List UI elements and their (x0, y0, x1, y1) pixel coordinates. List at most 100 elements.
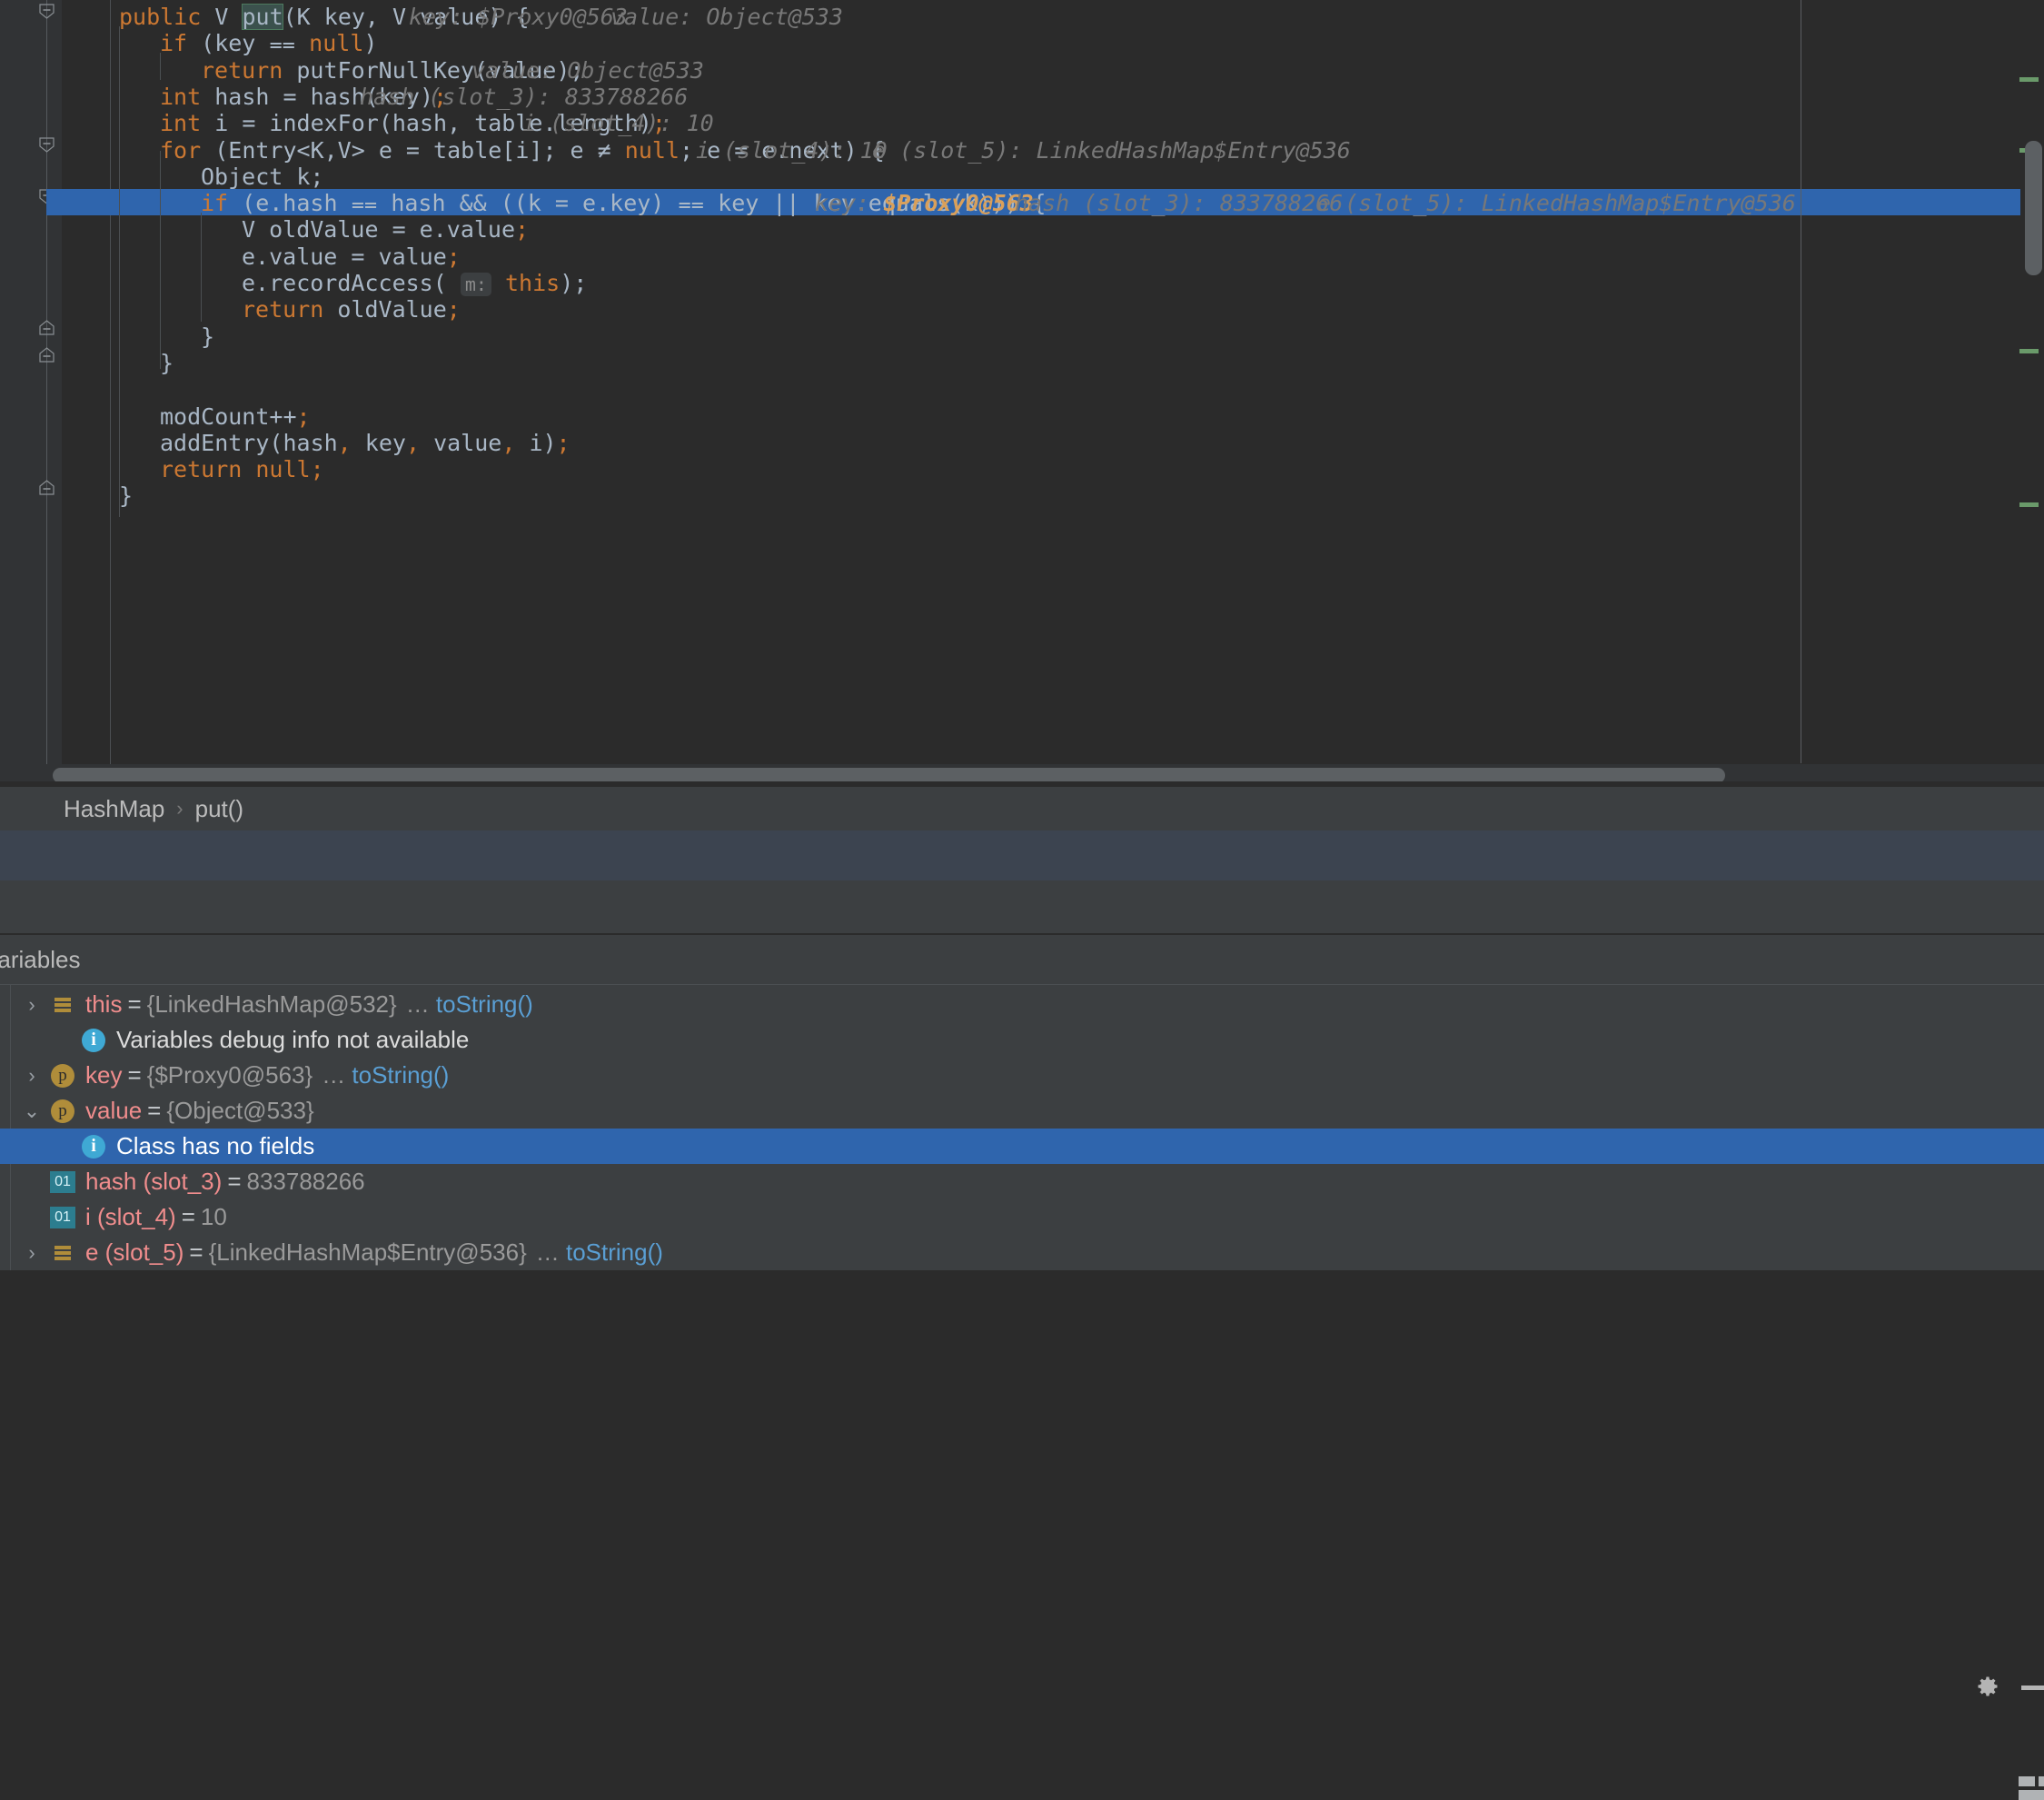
breadcrumb-class[interactable]: HashMap (64, 795, 164, 823)
code-line[interactable]: return putForNullKey(value); value: Objec… (0, 57, 2044, 84)
variables-panel-title: Variables (0, 945, 81, 973)
code-token: V (214, 4, 243, 30)
code-token: e.recordAccess( (242, 270, 461, 296)
code-token: return (201, 56, 297, 84)
editor-vertical-scrollbar[interactable] (2019, 0, 2044, 763)
gear-icon[interactable] (1975, 1674, 2000, 1699)
variable-row[interactable]: i Variables debug info not available (0, 1022, 2044, 1058)
code-line[interactable]: e.value = value; (0, 244, 2044, 270)
inline-debug-value[interactable]: i (slot_4): 10 (522, 110, 714, 136)
code-token: if (201, 190, 243, 217)
code-token: null (624, 136, 680, 164)
inline-debug-value[interactable]: e (slot_5): LinkedHashMap$Entry@536 (1317, 190, 1796, 216)
inline-debug-value[interactable]: value: Object@533 (610, 4, 843, 30)
field-icon (47, 993, 78, 1017)
code-token: } (201, 323, 215, 350)
code-line[interactable]: public V put(K key, V value) {key: $Prox… (0, 4, 2044, 30)
variable-row[interactable]: 01 hash (slot_3) = 833788266 (0, 1164, 2044, 1199)
inline-hint-label: i (slot_4): (696, 136, 860, 164)
code-line[interactable]: e.recordAccess( m: this); (0, 270, 2044, 296)
horizontal-scrollbar-thumb[interactable] (53, 768, 1725, 781)
code-token: value (420, 429, 502, 456)
inline-hint-label: value: (471, 56, 568, 84)
inline-debug-value[interactable]: hash (slot_3): 833788266 (360, 84, 688, 110)
debugger-toolbar[interactable] (0, 830, 2044, 1696)
code-text[interactable]: public V put(K key, V value) {key: $Prox… (0, 0, 2044, 763)
breadcrumb-method[interactable]: put() (195, 795, 243, 823)
code-line[interactable] (0, 376, 2044, 403)
variable-value: {LinkedHashMap@532} (146, 990, 397, 1018)
code-token: for (160, 136, 215, 164)
variable-row[interactable]: › e (slot_5) = {LinkedHashMap$Entry@536} … t… (0, 1235, 2044, 1270)
variable-row[interactable]: i Class has no fields (0, 1129, 2044, 1164)
inline-debug-value[interactable]: key: $Proxy0@563 (815, 190, 1034, 216)
inline-debug-value[interactable]: i (slot_4): 10 (696, 137, 888, 164)
inline-hint-value: 10 (686, 110, 714, 137)
inline-hint-value: LinkedHashMap$Entry@536 (1036, 136, 1351, 164)
code-token: modCount++ (160, 403, 297, 430)
code-token: e.value = value (242, 243, 447, 270)
variable-value: {LinkedHashMap$Entry@536} (208, 1238, 527, 1266)
expand-toggle-icon[interactable]: › (16, 1241, 47, 1265)
primitive-icon: 01 (47, 1206, 78, 1229)
code-line[interactable]: if (key ⩵ null) (0, 30, 2044, 56)
variable-row[interactable]: ⌄ p value = {Object@533} (0, 1093, 2044, 1129)
code-line[interactable]: if (e.hash ⩵ hash && ((k = e.key) ⩵ key … (0, 190, 2044, 216)
variable-name: value (85, 1097, 143, 1124)
equals-sign: = (127, 1061, 142, 1089)
inline-debug-value[interactable]: value: Object@533 (471, 57, 704, 84)
code-line[interactable]: modCount++; (0, 403, 2044, 430)
code-line[interactable]: return null; (0, 456, 2044, 482)
variables-tree[interactable]: › this = {LinkedHashMap@532}… toString() i Va… (0, 985, 2044, 1270)
layout-settings-icon[interactable] (2019, 1776, 2044, 1800)
code-line[interactable]: } (0, 323, 2044, 350)
code-line[interactable]: addEntry(hash, key, value, i); (0, 430, 2044, 456)
variable-value: {Object@533} (166, 1097, 314, 1124)
vertical-scrollbar-thumb[interactable] (2025, 141, 2042, 275)
code-token: V oldValue = e.value (242, 216, 516, 244)
code-line[interactable]: for (Entry<K,V> e = table[i]; e ≠ null; … (0, 137, 2044, 164)
inline-debug-value[interactable]: key: $Proxy0@563 (409, 4, 628, 30)
code-line[interactable]: Object k; (0, 164, 2044, 190)
code-line[interactable]: int hash = hash(key); hash (slot_3): 8337… (0, 84, 2044, 110)
code-editor[interactable]: public V put(K key, V value) {key: $Prox… (0, 0, 2044, 781)
code-line[interactable]: V oldValue = e.value; (0, 216, 2044, 243)
expand-toggle-icon[interactable]: ⌄ (16, 1099, 47, 1123)
tostring-link[interactable]: toString() (560, 1238, 663, 1267)
code-line[interactable]: int i = indexFor(hash, table.length); i (… (0, 110, 2044, 136)
code-token: ; (446, 296, 461, 323)
code-line[interactable]: } (0, 350, 2044, 376)
variable-info-text: Variables debug info not available (116, 1026, 470, 1053)
code-token: Object k; (201, 163, 324, 190)
code-token: ; (296, 403, 311, 430)
tostring-link[interactable]: toString() (430, 990, 533, 1019)
variable-row[interactable]: › p key = {$Proxy0@563} … toString() (0, 1058, 2044, 1093)
inline-hint-value: Object@533 (706, 4, 843, 30)
inline-hint-label: e (slot_5): (872, 136, 1037, 164)
code-token: (Entry<K,V> e = table[i]; e ≠ (214, 136, 625, 164)
tostring-link[interactable]: toString() (345, 1061, 449, 1089)
inline-hint-label: i (slot_4): (522, 110, 687, 137)
code-token: key (351, 429, 406, 456)
vcs-change-marker (2019, 349, 2039, 353)
parameter-hint[interactable]: m: (460, 273, 491, 296)
code-line[interactable]: return oldValue; (0, 296, 2044, 323)
value-ellipsis: … (322, 1061, 346, 1089)
expand-toggle-icon[interactable]: › (16, 1064, 47, 1088)
inline-debug-value[interactable]: hash (slot_3): 833788266 (1015, 190, 1343, 216)
code-token: public (119, 4, 215, 30)
inline-debug-value[interactable]: e (slot_5): LinkedHashMap$Entry@536 (872, 137, 1351, 164)
minimize-icon[interactable] (2021, 1686, 2044, 1690)
code-token: null; (255, 456, 324, 483)
variable-row[interactable]: 01 i (slot_4) = 10 (0, 1199, 2044, 1235)
code-token: ; (556, 429, 571, 456)
code-token: return (160, 456, 256, 483)
code-line[interactable]: } (0, 482, 2044, 509)
variable-row[interactable]: › this = {LinkedHashMap@532} … toString() (0, 987, 2044, 1022)
variable-info-text: Class has no fields (116, 1132, 315, 1159)
code-token: i) (515, 429, 557, 456)
variable-name: e (slot_5) (85, 1238, 184, 1266)
equals-sign: = (227, 1168, 242, 1195)
inline-hint-value: 833788266 (564, 83, 689, 110)
expand-toggle-icon[interactable]: › (16, 993, 47, 1017)
